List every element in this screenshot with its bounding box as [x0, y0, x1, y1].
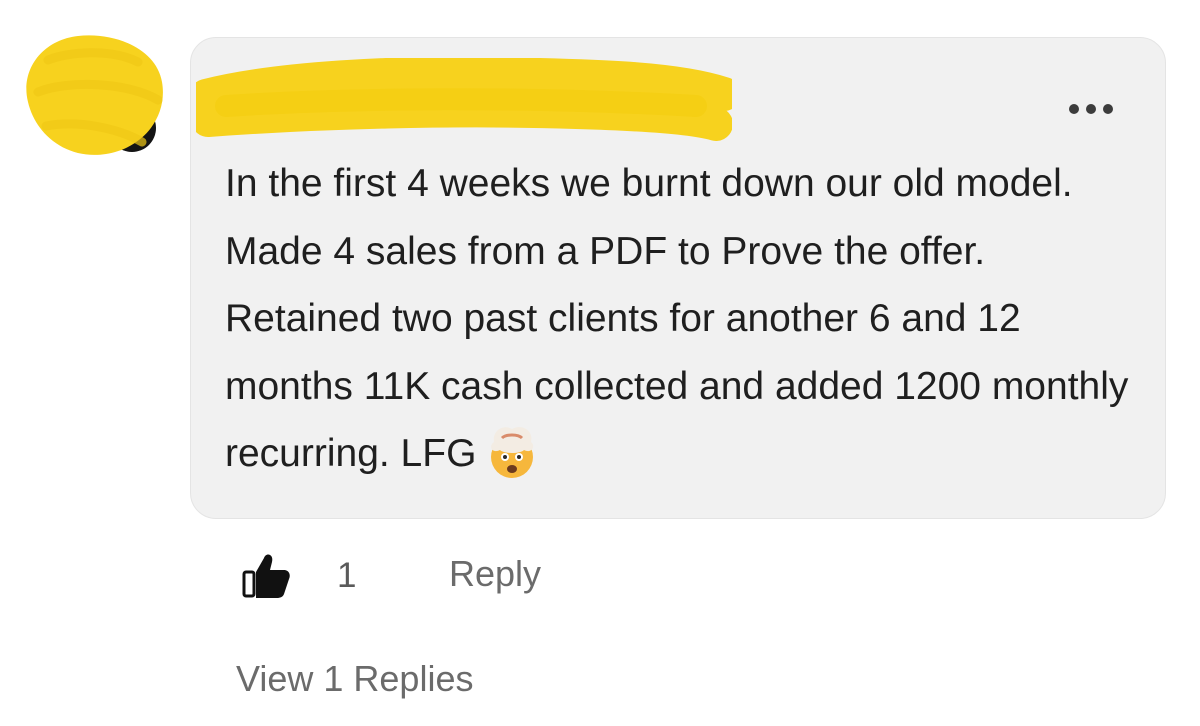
name-redaction-scribble: [196, 58, 732, 141]
comment-text: In the first 4 weeks we burnt down our o…: [225, 162, 1129, 475]
reply-button[interactable]: Reply: [449, 553, 541, 595]
thumbs-up-icon: [242, 554, 290, 598]
like-button[interactable]: [238, 548, 294, 604]
comment-card: Jon Doe In the first 4 weeks we burnt do…: [0, 0, 1200, 726]
avatar[interactable]: [18, 30, 168, 158]
avatar-redacted-icon: [26, 35, 163, 155]
comment-body: In the first 4 weeks we burnt down our o…: [225, 150, 1145, 488]
view-replies-link[interactable]: View 1 Replies: [236, 658, 473, 700]
more-horizontal-icon: [1069, 104, 1113, 114]
like-count: 1: [337, 556, 357, 595]
more-options-button[interactable]: [1066, 92, 1116, 126]
exploding-head-emoji-icon: [491, 427, 534, 478]
